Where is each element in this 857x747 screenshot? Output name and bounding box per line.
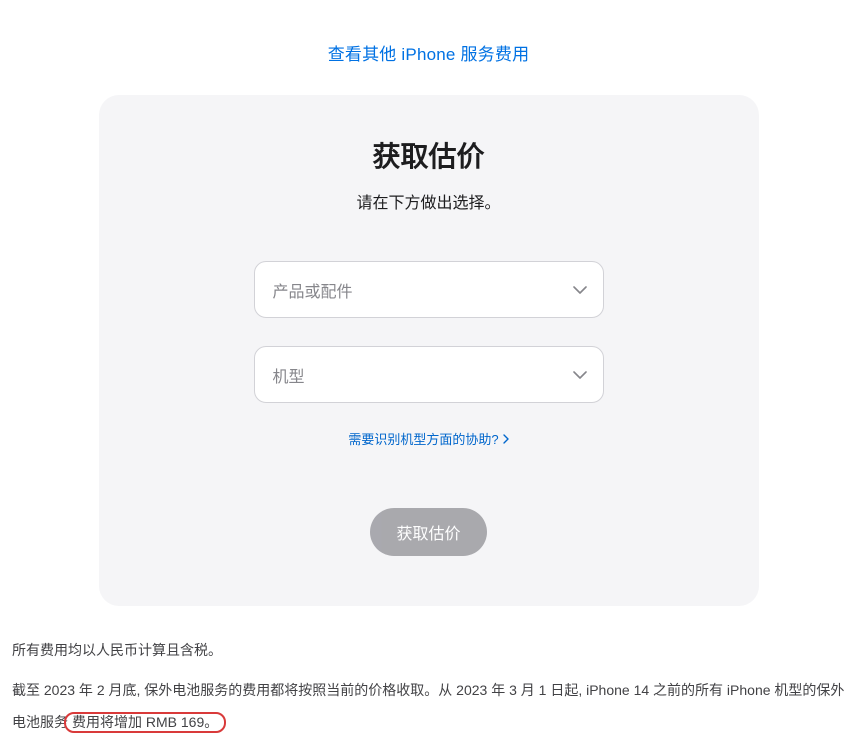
- help-link-label: 需要识别机型方面的协助?: [348, 429, 498, 448]
- estimate-card: 获取估价 请在下方做出选择。 产品或配件 机型 需要识别机型方面的协助? 获取估…: [99, 95, 759, 606]
- chevron-right-icon: [503, 434, 509, 444]
- card-subtitle: 请在下方做出选择。: [149, 189, 709, 213]
- footer-line1: 所有费用均以人民币计算且含税。: [12, 634, 845, 666]
- product-select[interactable]: 产品或配件: [254, 261, 604, 318]
- model-select-placeholder: 机型: [273, 363, 305, 387]
- footer-line2: 截至 2023 年 2 月底, 保外电池服务的费用都将按照当前的价格收取。从 2…: [12, 674, 845, 738]
- card-title: 获取估价: [149, 135, 709, 175]
- chevron-down-icon: [573, 286, 587, 294]
- product-select-placeholder: 产品或配件: [273, 278, 353, 302]
- get-estimate-button[interactable]: 获取估价: [370, 508, 486, 556]
- chevron-down-icon: [573, 371, 587, 379]
- price-increase-highlight: 费用将增加 RMB 169。: [64, 712, 226, 733]
- identify-model-help-link[interactable]: 需要识别机型方面的协助?: [348, 429, 508, 448]
- other-services-link[interactable]: 查看其他 iPhone 服务费用: [328, 45, 530, 64]
- model-select[interactable]: 机型: [254, 346, 604, 403]
- footer-disclaimer: 所有费用均以人民币计算且含税。 截至 2023 年 2 月底, 保外电池服务的费…: [0, 606, 857, 739]
